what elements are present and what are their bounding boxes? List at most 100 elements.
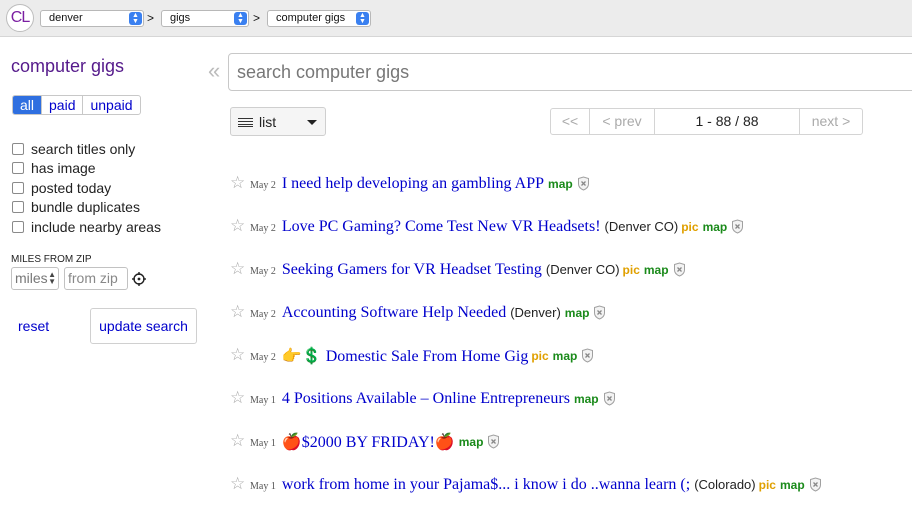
breadcrumb-separator: >	[147, 11, 155, 25]
view-mode-value: list	[259, 114, 277, 130]
listing-title-link[interactable]: Seeking Gamers for VR Headset Testing	[282, 261, 542, 279]
pic-tag: pic	[531, 348, 549, 363]
checkbox[interactable]	[12, 162, 24, 175]
search-placeholder: search computer gigs	[237, 62, 410, 82]
checkbox[interactable]	[12, 201, 24, 214]
select-arrows-icon: ▲ ▼	[356, 12, 369, 25]
list-view-icon	[238, 118, 253, 127]
breadcrumb-subcategory-select[interactable]: computer gigs ▲ ▼	[267, 10, 371, 27]
map-tag: map	[779, 477, 805, 492]
first-page-button[interactable]: <<	[551, 109, 589, 134]
collapse-sidebar-icon[interactable]: «	[208, 58, 220, 84]
filter-paid-button[interactable]: paid	[41, 96, 82, 114]
post-date: May 1	[250, 438, 276, 449]
search-input[interactable]: search computer gigs	[228, 53, 912, 91]
map-tag: map	[643, 262, 669, 277]
hide-posting-icon[interactable]	[731, 219, 744, 234]
hide-posting-icon[interactable]	[673, 262, 686, 277]
zip-placeholder: from zip	[68, 270, 118, 286]
search-options: search titles only has image posted toda…	[12, 139, 161, 237]
view-mode-select[interactable]: list	[230, 107, 326, 136]
checkbox-label: search titles only	[31, 140, 136, 157]
list-item: ☆ May 1 4 Positions Available – Online E…	[230, 377, 822, 420]
pay-filter-segmented-control: all paid unpaid	[12, 95, 141, 115]
hide-posting-icon[interactable]	[809, 477, 822, 492]
listing-title-link[interactable]: 4 Positions Available – Online Entrepren…	[282, 390, 570, 408]
miles-from-zip-label: MILES FROM ZIP	[11, 254, 92, 265]
listing-location: (Denver CO)	[545, 262, 620, 277]
map-tag: map	[573, 391, 599, 406]
breadcrumb-separator: >	[253, 11, 261, 25]
update-search-button[interactable]: update search	[90, 308, 197, 344]
stepper-arrows-icon[interactable]: ▲ ▼	[48, 271, 56, 286]
hide-posting-icon[interactable]	[581, 348, 594, 363]
crosshair-location-icon[interactable]	[132, 272, 146, 286]
map-tag: map	[564, 305, 590, 320]
miles-placeholder: miles	[15, 270, 48, 286]
listing-title-link[interactable]: 🍎$2000 BY FRIDAY!🍎	[282, 432, 455, 452]
star-favorite-icon[interactable]: ☆	[230, 303, 250, 320]
post-date: May 1	[250, 395, 276, 406]
pic-tag: pic	[681, 219, 699, 234]
listing-location: (Colorado)	[694, 477, 756, 492]
option-search-titles-only[interactable]: search titles only	[12, 139, 161, 159]
map-tag: map	[552, 348, 578, 363]
star-favorite-icon[interactable]: ☆	[230, 217, 250, 234]
checkbox[interactable]	[12, 220, 24, 233]
hide-posting-icon[interactable]	[577, 176, 590, 191]
listing-title-link[interactable]: Love PC Gaming? Come Test New VR Headset…	[282, 218, 601, 236]
breadcrumb-category-value: gigs	[170, 12, 191, 24]
star-favorite-icon[interactable]: ☆	[230, 260, 250, 277]
hide-posting-icon[interactable]	[593, 305, 606, 320]
list-item: ☆ May 2 I need help developing an gambli…	[230, 162, 822, 205]
zip-input[interactable]: from zip	[64, 267, 128, 290]
listing-title-link[interactable]: I need help developing an gambling APP	[282, 175, 544, 193]
star-favorite-icon[interactable]: ☆	[230, 346, 250, 363]
option-posted-today[interactable]: posted today	[12, 178, 161, 198]
sidebar-title[interactable]: computer gigs	[11, 56, 124, 77]
list-item: ☆ May 2 Seeking Gamers for VR Headset Te…	[230, 248, 822, 291]
breadcrumb-city-value: denver	[49, 12, 83, 24]
post-date: May 2	[250, 352, 276, 363]
next-page-button[interactable]: next >	[799, 109, 862, 134]
reset-link[interactable]: reset	[18, 318, 49, 334]
prev-page-button[interactable]: < prev	[589, 109, 654, 134]
checkbox-label: bundle duplicates	[31, 199, 140, 216]
breadcrumb-category-select[interactable]: gigs ▲ ▼	[161, 10, 249, 27]
star-favorite-icon[interactable]: ☆	[230, 475, 250, 492]
listing-title-link[interactable]: 👉💲 Domestic Sale From Home Gig	[282, 346, 528, 366]
star-favorite-icon[interactable]: ☆	[230, 174, 250, 191]
listing-title-link[interactable]: Accounting Software Help Needed	[282, 304, 506, 322]
post-date: May 2	[250, 223, 276, 234]
hide-posting-icon[interactable]	[487, 434, 500, 449]
craigslist-logo[interactable]: CL	[6, 4, 34, 32]
star-favorite-icon[interactable]: ☆	[230, 432, 250, 449]
list-item: ☆ May 1 🍎$2000 BY FRIDAY!🍎 map	[230, 420, 822, 463]
checkbox-label: include nearby areas	[31, 218, 161, 235]
hide-posting-icon[interactable]	[603, 391, 616, 406]
option-include-nearby-areas[interactable]: include nearby areas	[12, 217, 161, 237]
star-favorite-icon[interactable]: ☆	[230, 389, 250, 406]
list-item: ☆ May 2 👉💲 Domestic Sale From Home Gig p…	[230, 334, 822, 377]
listing-location: (Denver CO)	[604, 219, 679, 234]
map-tag: map	[458, 434, 484, 449]
map-tag: map	[702, 219, 728, 234]
option-has-image[interactable]: has image	[12, 159, 161, 179]
filter-unpaid-button[interactable]: unpaid	[82, 96, 139, 114]
map-tag: map	[548, 176, 573, 191]
checkbox-label: posted today	[31, 179, 112, 196]
pagination: << < prev 1 - 88 / 88 next >	[550, 108, 863, 135]
checkbox[interactable]	[12, 142, 24, 155]
filter-all-button[interactable]: all	[13, 96, 42, 114]
checkbox[interactable]	[12, 181, 24, 194]
listing-title-link[interactable]: work from home in your Pajama$... i know…	[282, 476, 690, 494]
post-date: May 2	[250, 309, 276, 320]
breadcrumb-city-select[interactable]: denver ▲ ▼	[40, 10, 144, 27]
post-date: May 2	[250, 266, 276, 277]
breadcrumb-subcategory-value: computer gigs	[276, 12, 346, 24]
select-arrows-icon: ▲ ▼	[129, 12, 142, 25]
option-bundle-duplicates[interactable]: bundle duplicates	[12, 198, 161, 218]
miles-input[interactable]: miles ▲ ▼	[11, 267, 59, 290]
chevron-down-icon	[307, 120, 317, 125]
results-range: 1 - 88 / 88	[654, 109, 799, 134]
